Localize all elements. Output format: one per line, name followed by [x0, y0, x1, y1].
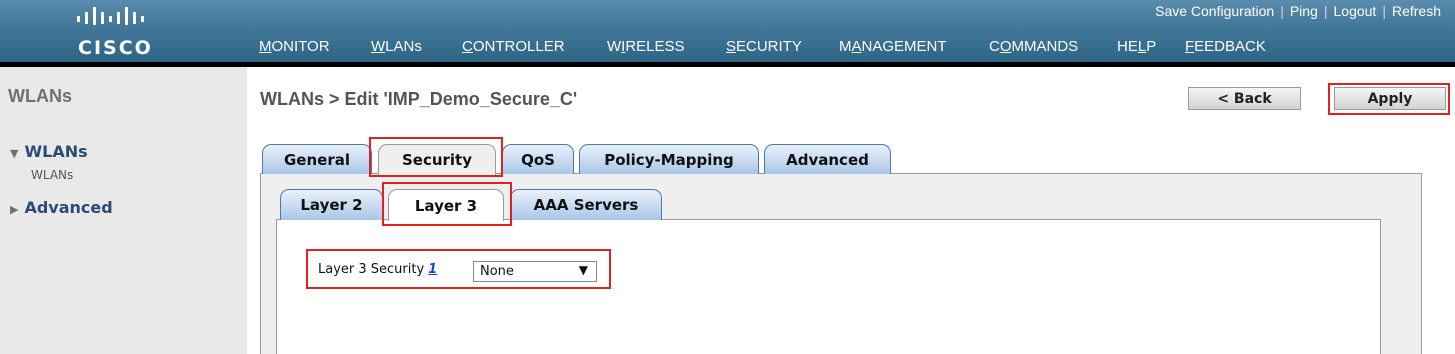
logout-link[interactable]: Logout [1328, 3, 1383, 19]
apply-highlight [1328, 83, 1450, 115]
logo-text: CISCO [78, 37, 153, 59]
nav-mnemonic: L [1137, 38, 1147, 55]
layer3-tab-highlight [382, 182, 512, 226]
tab-aaa-servers[interactable]: AAA Servers [510, 189, 662, 220]
utility-links: Save Configuration | Ping | Logout | Refresh [1149, 3, 1447, 19]
nav-mnemonic: S [726, 38, 737, 55]
cisco-bars-icon [77, 7, 144, 25]
nav-wlans[interactable]: WLANs [371, 38, 422, 55]
tab-general[interactable]: General [262, 144, 372, 174]
triangle-right-icon: ▶ [10, 203, 19, 216]
cisco-logo: CISCO [76, 6, 166, 59]
tab-layer2[interactable]: Layer 2 [280, 189, 383, 220]
nav-mnemonic: A [851, 38, 862, 55]
back-button[interactable]: < Back [1188, 87, 1301, 110]
sidebar: WLANs ▼ WLANs WLANs ▶ Advanced [0, 67, 247, 354]
nav-feedback[interactable]: FEEDBACK [1185, 38, 1266, 55]
nav-wireless[interactable]: WIRELESS [607, 38, 685, 55]
security-tab-highlight [369, 137, 503, 177]
nav-mnemonic: W [371, 38, 386, 55]
nav-monitor[interactable]: MONITOR [259, 38, 330, 55]
triangle-down-icon: ▼ [10, 147, 19, 160]
tab-policy-mapping[interactable]: Policy-Mapping [579, 144, 759, 174]
nav-controller[interactable]: CONTROLLER [462, 38, 565, 55]
page-title: WLANs > Edit 'IMP_Demo_Secure_C' [260, 89, 578, 109]
tab-advanced[interactable]: Advanced [764, 144, 891, 174]
refresh-link[interactable]: Refresh [1386, 3, 1447, 19]
save-configuration-link[interactable]: Save Configuration [1149, 3, 1280, 19]
nav-mnemonic: O [999, 38, 1012, 55]
ping-link[interactable]: Ping [1284, 3, 1324, 19]
nav-mnemonic: C [462, 38, 473, 55]
nav-commands[interactable]: COMMANDS [989, 38, 1078, 55]
nav-mnemonic: F [1185, 38, 1195, 55]
nav-help[interactable]: HELP [1117, 38, 1156, 55]
nav-management[interactable]: MANAGEMENT [839, 38, 947, 55]
sidebar-item-wlans[interactable]: ▼ WLANs [10, 142, 88, 161]
nav-mnemonic: M [259, 38, 272, 55]
nav-mnemonic: I [621, 38, 626, 55]
sidebar-title: WLANs [8, 86, 72, 106]
sidebar-item-label: Advanced [24, 198, 113, 217]
top-header: CISCO Save Configuration | Ping | Logout | Ref… [0, 0, 1455, 67]
nav-security[interactable]: SECURITY [726, 38, 802, 55]
sidebar-item-advanced[interactable]: ▶ Advanced [10, 198, 113, 217]
sidebar-subitem-wlans[interactable]: WLANs [31, 168, 73, 182]
separator: | [1323, 3, 1328, 19]
tab-qos[interactable]: QoS [502, 144, 574, 174]
sidebar-item-label: WLANs [24, 142, 88, 161]
layer3-security-highlight [306, 249, 611, 289]
